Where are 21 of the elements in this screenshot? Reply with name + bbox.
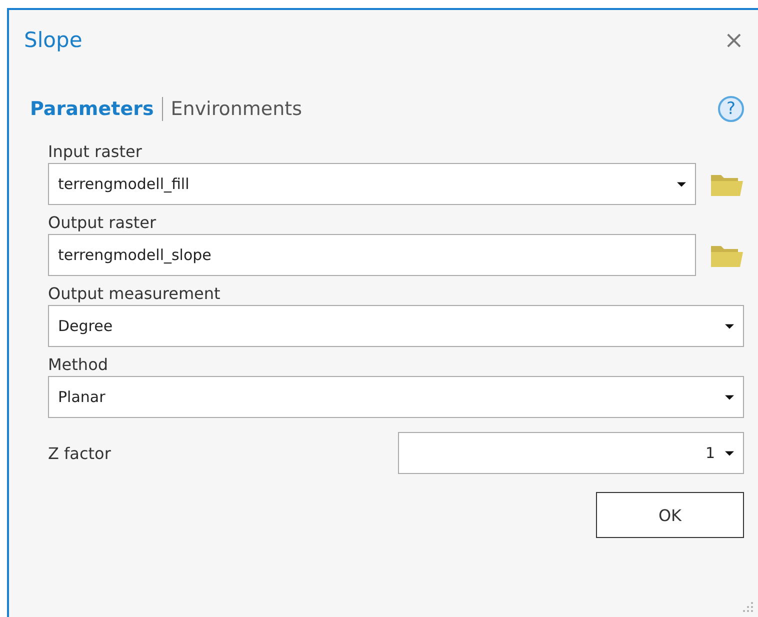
field-label: Z factor (48, 444, 111, 462)
close-button[interactable]: × (724, 26, 744, 54)
ok-button[interactable]: OK (596, 492, 744, 538)
caret-icon (725, 450, 734, 456)
caret-icon (725, 394, 734, 400)
dropdown-field[interactable]: Planar (48, 376, 744, 418)
field-label: Output raster (48, 213, 158, 232)
input-field[interactable]: terrengmodell_slope (48, 234, 696, 276)
window-title: Slope (24, 28, 82, 52)
field-label: Method (48, 355, 110, 374)
help-button[interactable]: ? (718, 96, 744, 122)
field-label: Output measurement (48, 284, 222, 303)
tab[interactable]: Environments (162, 98, 310, 120)
tab[interactable]: Parameters (30, 98, 162, 120)
resize-grip-icon[interactable] (742, 601, 754, 613)
dropdown-field[interactable]: 1 (398, 432, 744, 474)
caret-icon (677, 182, 686, 186)
dropdown-field[interactable]: Degree (48, 305, 744, 347)
field-label: Input raster (48, 142, 143, 161)
caret-icon (725, 324, 734, 328)
dropdown-field[interactable]: terrengmodell_fill (48, 163, 696, 205)
